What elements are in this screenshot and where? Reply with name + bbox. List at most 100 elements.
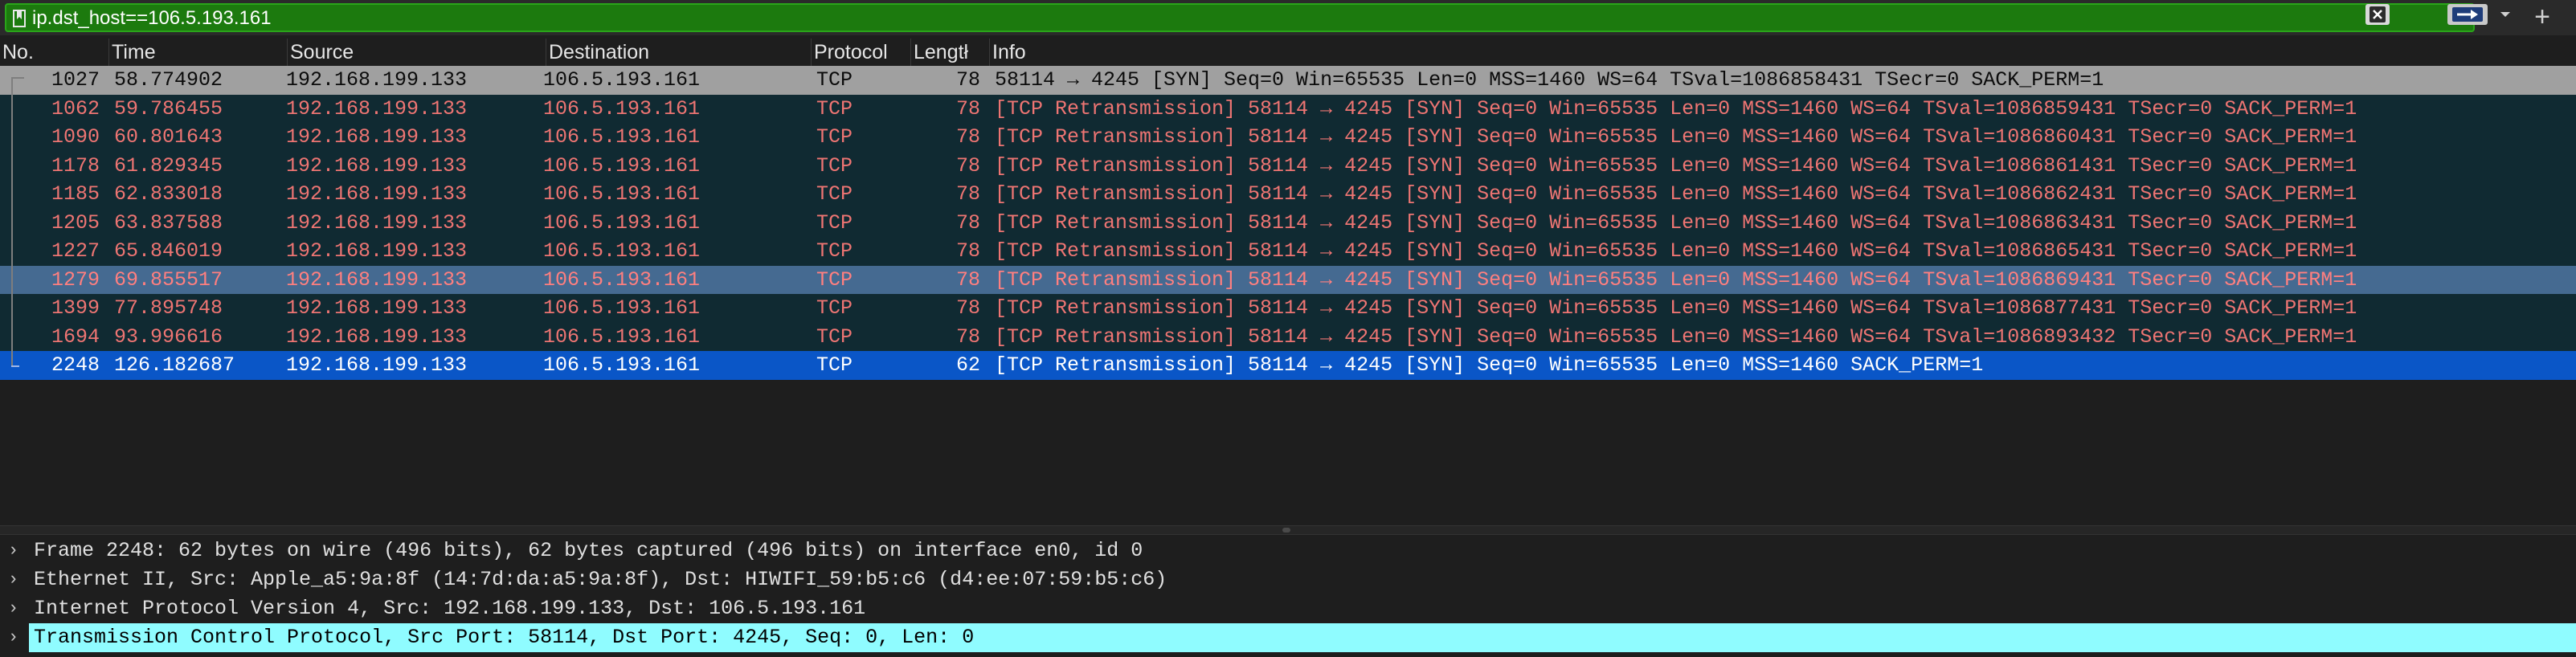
packet-row[interactable]: 1227 65.846019 192.168.199.133 106.5.193.16… [0, 237, 2576, 266]
filter-history-dropdown[interactable] [2494, 4, 2517, 25]
packet-cell-length: 78 [955, 153, 980, 178]
detail-tree-label: Transmission Control Protocol, Src Port:… [34, 626, 975, 649]
packet-cell-time: 93.996616 [114, 324, 223, 349]
packet-cell-info: [TCP Retransmission] 58114 → 4245 [SYN] … [995, 210, 2357, 235]
conversation-tree-line [11, 77, 13, 365]
packet-cell-source: 192.168.199.133 [286, 125, 468, 149]
packet-cell-protocol: TCP [816, 239, 853, 263]
display-filter-text[interactable]: ip.dst_host==106.5.193.161 [32, 6, 272, 31]
packet-cell-destination: 106.5.193.161 [543, 296, 701, 320]
packet-cell-protocol: TCP [816, 182, 853, 206]
packet-cell-length: 78 [955, 125, 980, 149]
packet-cell-length: 78 [955, 210, 980, 235]
apply-filter-button[interactable] [2447, 4, 2488, 25]
packet-cell-info: [TCP Retransmission] 58114 → 4245 [SYN] … [995, 125, 2357, 149]
packet-cell-time: 126.182687 [114, 353, 235, 377]
clear-icon[interactable] [2365, 4, 2390, 25]
packet-cell-source: 192.168.199.133 [286, 210, 468, 235]
packet-row[interactable]: 1185 62.833018 192.168.199.133 106.5.193.16… [0, 180, 2576, 209]
packet-row[interactable]: 1062 59.786455 192.168.199.133 106.5.193.16… [0, 94, 2576, 124]
wireshark-window: ip.dst_host==106.5.193.161 + No. Time So… [0, 0, 2576, 657]
column-header-time[interactable]: Time [109, 39, 288, 66]
splitter-handle-icon [1282, 528, 1290, 533]
packet-cell-source: 192.168.199.133 [286, 239, 468, 263]
column-header-destination[interactable]: Destination [546, 39, 812, 66]
packet-cell-time: 69.855517 [114, 267, 223, 292]
packet-cell-no: 1227 [51, 239, 100, 263]
packet-cell-time: 62.833018 [114, 182, 223, 206]
add-filter-button[interactable]: + [2528, 3, 2557, 32]
packet-cell-protocol: TCP [816, 125, 853, 149]
display-filter-input[interactable]: ip.dst_host==106.5.193.161 [5, 3, 2475, 32]
column-header-protocol[interactable]: Protocol [812, 39, 911, 66]
packet-cell-protocol: TCP [816, 153, 853, 178]
packet-cell-destination: 106.5.193.161 [543, 239, 701, 263]
column-header-length[interactable]: Lengtł [911, 39, 990, 66]
packet-cell-info: 58114 → 4245 [SYN] Seq=0 Win=65535 Len=0… [995, 68, 2104, 92]
packet-cell-no: 1090 [51, 125, 100, 149]
packet-cell-info: [TCP Retransmission] 58114 → 4245 [SYN] … [995, 182, 2357, 206]
packet-cell-destination: 106.5.193.161 [543, 210, 701, 235]
packet-cell-info: [TCP Retransmission] 58114 → 4245 [SYN] … [995, 267, 2357, 292]
packet-cell-protocol: TCP [816, 353, 853, 377]
packet-cell-length: 78 [955, 324, 980, 349]
packet-row[interactable]: 1090 60.801643 192.168.199.133 106.5.193.16… [0, 123, 2576, 152]
packet-cell-info: [TCP Retransmission] 58114 → 4245 [SYN] … [995, 239, 2357, 263]
packet-cell-info: [TCP Retransmission] 58114 → 4245 [SYN] … [995, 153, 2357, 178]
packet-row[interactable]: 1178 61.829345 192.168.199.133 106.5.193.16… [0, 151, 2576, 181]
packet-cell-protocol: TCP [816, 267, 853, 292]
packet-cell-protocol: TCP [816, 210, 853, 235]
packet-cell-length: 78 [955, 239, 980, 263]
packet-cell-destination: 106.5.193.161 [543, 68, 701, 92]
detail-tree-item[interactable]: › Internet Protocol Version 4, Src: 192.1… [0, 594, 2576, 623]
packet-cell-source: 192.168.199.133 [286, 153, 468, 178]
packet-cell-protocol: TCP [816, 68, 853, 92]
packet-cell-no: 1399 [51, 296, 100, 320]
pane-splitter[interactable] [0, 525, 2576, 535]
packet-cell-no: 1279 [51, 267, 100, 292]
detail-tree-label: Ethernet II, Src: Apple_a5:9a:8f (14:7d:… [34, 568, 1167, 591]
packet-cell-protocol: TCP [816, 96, 853, 120]
packet-row[interactable]: 1399 77.895748 192.168.199.133 106.5.193.16… [0, 294, 2576, 323]
packet-cell-destination: 106.5.193.161 [543, 96, 701, 120]
packet-cell-source: 192.168.199.133 [286, 267, 468, 292]
chevron-right-icon[interactable]: › [8, 594, 24, 623]
packet-cell-source: 192.168.199.133 [286, 96, 468, 120]
packet-row[interactable]: 1027 58.774902 192.168.199.133 106.5.193.16… [0, 66, 2576, 95]
conversation-end-marker [11, 365, 19, 367]
packet-cell-destination: 106.5.193.161 [543, 125, 701, 149]
column-header-info[interactable]: Info [990, 39, 2576, 66]
chevron-right-icon[interactable]: › [8, 537, 24, 565]
bookmark-icon[interactable] [13, 10, 26, 27]
detail-tree-item[interactable]: › Transmission Control Protocol, Src Port… [0, 623, 2576, 652]
arrow-right-icon [2452, 7, 2483, 22]
packet-row[interactable]: 2248 126.182687 192.168.199.133 106.5.193.1… [0, 351, 2576, 380]
packet-row[interactable]: 1694 93.996616 192.168.199.133 106.5.193.16… [0, 322, 2576, 352]
packet-cell-time: 63.837588 [114, 210, 223, 235]
detail-tree-item[interactable]: › Ethernet II, Src: Apple_a5:9a:8f (14:7d… [0, 565, 2576, 594]
packet-cell-info: [TCP Retransmission] 58114 → 4245 [SYN] … [995, 324, 2357, 349]
packet-cell-source: 192.168.199.133 [286, 68, 468, 92]
packet-cell-no: 1205 [51, 210, 100, 235]
packet-cell-info: [TCP Retransmission] 58114 → 4245 [SYN] … [995, 96, 2357, 120]
packet-cell-destination: 106.5.193.161 [543, 267, 701, 292]
packet-cell-destination: 106.5.193.161 [543, 324, 701, 349]
packet-cell-length: 78 [955, 267, 980, 292]
column-header-no[interactable]: No. [0, 39, 109, 66]
packet-cell-no: 1178 [51, 153, 100, 178]
packet-cell-source: 192.168.199.133 [286, 353, 468, 377]
packet-cell-time: 60.801643 [114, 125, 223, 149]
packet-cell-no: 1062 [51, 96, 100, 120]
detail-tree-item[interactable]: › Frame 2248: 62 bytes on wire (496 bits)… [0, 537, 2576, 565]
packet-row[interactable]: 1279 69.855517 192.168.199.133 106.5.193.16… [0, 265, 2576, 295]
column-header-source[interactable]: Source [288, 39, 546, 66]
packet-row[interactable]: 1205 63.837588 192.168.199.133 106.5.193.16… [0, 208, 2576, 238]
packet-cell-destination: 106.5.193.161 [543, 153, 701, 178]
detail-tree-label: Internet Protocol Version 4, Src: 192.16… [34, 597, 866, 620]
conversation-start-marker [11, 77, 24, 79]
chevron-right-icon[interactable]: › [8, 565, 24, 594]
packet-cell-protocol: TCP [816, 324, 853, 349]
packet-cell-length: 78 [955, 182, 980, 206]
chevron-right-icon[interactable]: › [8, 623, 24, 652]
packet-cell-length: 62 [955, 353, 980, 377]
